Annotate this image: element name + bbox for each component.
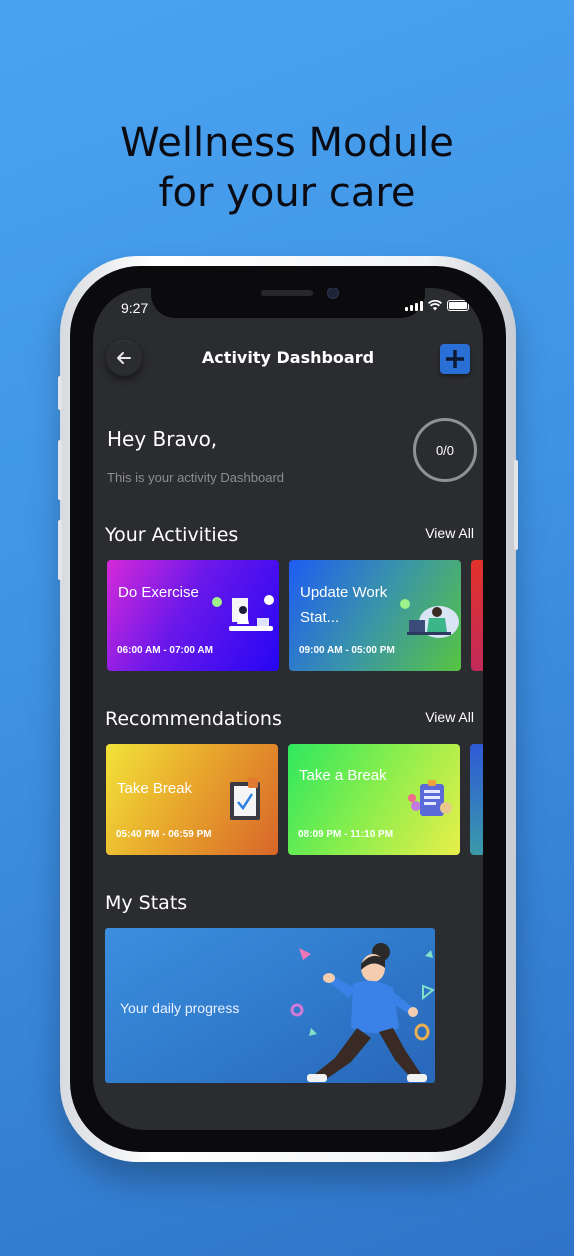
- camera-icon: [327, 288, 339, 299]
- recommendation-card-title: Take a Break: [299, 767, 387, 784]
- activities-title: Your Activities: [105, 524, 239, 546]
- recommendation-card-time: 05:40 PM - 06:59 PM: [116, 829, 212, 840]
- volume-up-button: [58, 440, 62, 500]
- headline-line-2: for your care: [158, 170, 416, 216]
- activity-card-time: 09:00 AM - 05:00 PM: [299, 645, 395, 656]
- recommendation-card-time: 08:09 PM - 11:10 PM: [298, 829, 394, 840]
- recommendation-card-take-break[interactable]: Take Break 05:40 PM - 06:59 PM: [106, 744, 278, 855]
- activity-card-exercise[interactable]: Do Exercise 06:00 AM - 07:00 AM: [107, 560, 279, 671]
- activity-card-title: Update Work Stat...: [300, 584, 388, 626]
- battery-icon: [447, 300, 469, 311]
- notch: [151, 288, 425, 318]
- greeting-subtitle: This is your activity Dashboard: [107, 470, 285, 485]
- progress-ring: 0/0: [413, 418, 477, 482]
- plus-icon: [446, 350, 464, 368]
- recommendations-view-all-link[interactable]: View All: [425, 709, 474, 725]
- promo-headline: Wellness Module for your care: [0, 118, 574, 218]
- activity-card-time: 06:00 AM - 07:00 AM: [117, 645, 213, 656]
- recommendation-card-take-a-break[interactable]: Take a Break 08:09 PM - 11:10 PM: [288, 744, 460, 855]
- signal-icon: [405, 300, 423, 311]
- daily-progress-card[interactable]: Your daily progress: [105, 928, 435, 1083]
- greeting-title: Hey Bravo,: [107, 427, 218, 451]
- recommendation-card-title: Take Break: [117, 780, 193, 797]
- stats-title: My Stats: [105, 892, 188, 914]
- walking-person-illustration-icon: [290, 943, 435, 1082]
- activity-card-work-status[interactable]: Update Work Stat... 09:00 AM - 05:00 PM: [289, 560, 461, 671]
- clipboard-icon: [230, 778, 260, 820]
- volume-down-button: [58, 520, 62, 580]
- work-illustration-icon: [400, 599, 459, 638]
- planner-icon: [408, 780, 452, 816]
- activities-view-all-link[interactable]: View All: [425, 525, 474, 541]
- app-screen: 9:27 Activity Dashboard Hey Bravo, This …: [93, 288, 483, 1130]
- daily-progress-label: Your daily progress: [120, 1000, 240, 1016]
- status-icons: [405, 300, 469, 311]
- progress-count: 0/0: [435, 442, 455, 458]
- mute-switch: [58, 376, 62, 410]
- activity-card-peek[interactable]: [471, 560, 483, 671]
- headline-line-1: Wellness Module: [120, 120, 454, 166]
- status-time: 9:27: [121, 300, 149, 316]
- recommendations-title: Recommendations: [105, 708, 282, 730]
- exercise-illustration-icon: [212, 595, 274, 631]
- recommendation-card-peek[interactable]: [470, 744, 483, 855]
- page-title: Activity Dashboard: [201, 348, 375, 367]
- speaker: [261, 290, 313, 296]
- add-activity-button[interactable]: [440, 344, 470, 374]
- wifi-icon: [428, 300, 442, 311]
- power-button: [514, 460, 518, 550]
